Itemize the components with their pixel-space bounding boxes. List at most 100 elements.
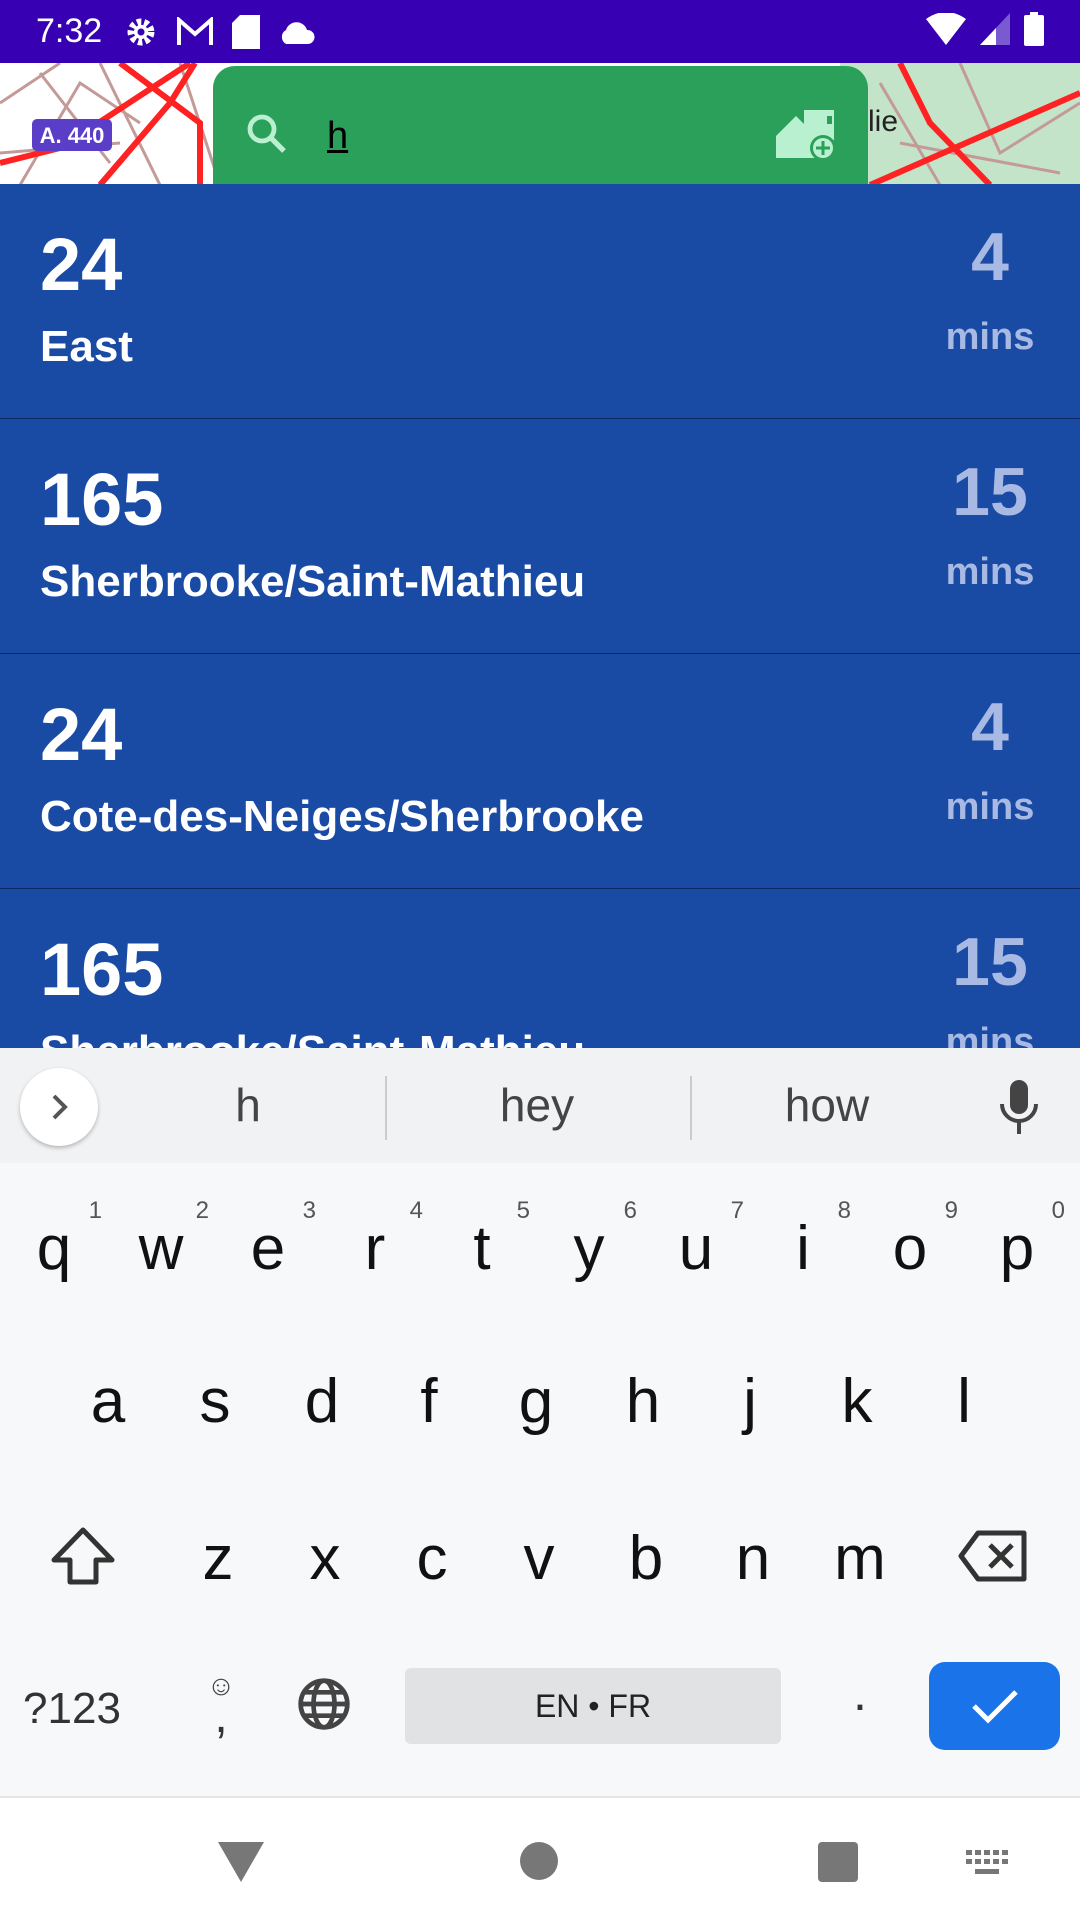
shift-key[interactable] <box>50 1526 116 1591</box>
key-s[interactable]: s <box>161 1366 269 1437</box>
key-q[interactable]: q1 <box>0 1197 108 1284</box>
arrival-row[interactable]: 24 East 4 mins <box>0 184 1080 419</box>
arrival-row[interactable]: 24 Cote-des-Neiges/Sherbrooke 4 mins <box>0 654 1080 889</box>
divider <box>385 1076 387 1140</box>
key-label: r <box>364 1214 386 1283</box>
expand-toolbar-button[interactable] <box>20 1068 98 1146</box>
clock: 7:32 <box>36 12 103 50</box>
arrival-row[interactable]: 165 Sherbrooke/Saint-Mathieu 15 mins <box>0 419 1080 654</box>
key-r[interactable]: r4 <box>321 1197 429 1284</box>
search-icon[interactable] <box>243 110 291 163</box>
key-m[interactable]: m <box>806 1523 914 1594</box>
key-p[interactable]: p0 <box>963 1197 1071 1284</box>
key-label: x <box>309 1524 341 1593</box>
key-y[interactable]: y6 <box>535 1197 643 1284</box>
key-label: m <box>834 1524 886 1593</box>
key-hint: 5 <box>516 1197 530 1224</box>
route-shield: A. 440 <box>40 123 105 148</box>
key-u[interactable]: u7 <box>642 1197 750 1284</box>
key-x[interactable]: x <box>271 1523 379 1594</box>
route-direction: Cote-des-Neiges/Sherbrooke <box>40 792 644 841</box>
signal-icon <box>980 13 1010 50</box>
key-label: s <box>199 1367 231 1436</box>
cloud-icon <box>278 20 316 44</box>
key-hint: 4 <box>409 1197 423 1224</box>
key-hint: 6 <box>623 1197 637 1224</box>
battery-icon <box>1024 12 1044 51</box>
backspace-icon <box>958 1530 1027 1582</box>
chevron-right-icon <box>52 1094 68 1120</box>
emoji-comma-key[interactable]: ☺ , <box>196 1670 246 1743</box>
arrival-minutes: 4 <box>971 219 1009 295</box>
symbols-key[interactable]: ?123 <box>12 1684 132 1734</box>
route-number: 165 <box>40 928 164 1011</box>
space-bar[interactable]: EN • FR <box>405 1668 781 1744</box>
keyboard-switch-button[interactable] <box>966 1850 1010 1881</box>
key-z[interactable]: z <box>164 1523 272 1594</box>
divider <box>690 1076 692 1140</box>
language-key[interactable] <box>296 1676 352 1737</box>
key-l[interactable]: l <box>910 1366 1018 1437</box>
backspace-key[interactable] <box>958 1530 1028 1587</box>
key-a[interactable]: a <box>54 1366 162 1437</box>
key-label: q <box>36 1214 72 1283</box>
key-hint: 9 <box>944 1197 958 1224</box>
key-j[interactable]: j <box>696 1366 804 1437</box>
key-label: z <box>202 1524 234 1593</box>
suggestion[interactable]: h <box>148 1078 348 1132</box>
key-c[interactable]: c <box>378 1523 486 1594</box>
shift-icon <box>51 1527 115 1585</box>
search-input[interactable]: h <box>327 115 776 158</box>
period-key[interactable]: . <box>806 1664 914 1722</box>
back-button[interactable] <box>218 1842 264 1887</box>
key-label: e <box>250 1214 286 1283</box>
status-bar: 7:32 <box>0 0 1080 63</box>
key-e[interactable]: e3 <box>214 1197 322 1284</box>
route-direction: Sherbrooke/Saint-Mathieu <box>40 557 586 606</box>
key-label: f <box>420 1367 438 1436</box>
arrival-row[interactable]: 165 Sherbrooke/Saint-Mathieu 15 mins <box>0 889 1080 1048</box>
recents-button[interactable] <box>818 1842 858 1882</box>
key-d[interactable]: d <box>268 1366 376 1437</box>
key-g[interactable]: g <box>482 1366 590 1437</box>
key-f[interactable]: f <box>375 1366 483 1437</box>
sd-card-icon <box>232 14 261 49</box>
arrival-minutes: 15 <box>952 924 1028 1000</box>
map-place-label: lie <box>868 105 898 138</box>
key-hint: 2 <box>195 1197 209 1224</box>
key-h[interactable]: h <box>589 1366 697 1437</box>
key-w[interactable]: w2 <box>107 1197 215 1284</box>
suggestion[interactable]: how <box>727 1078 927 1132</box>
key-label: v <box>523 1524 555 1593</box>
key-v[interactable]: v <box>485 1523 593 1594</box>
suggestion[interactable]: hey <box>437 1078 637 1132</box>
back-triangle-icon <box>218 1842 264 1882</box>
arrival-minutes: 4 <box>971 689 1009 765</box>
key-o[interactable]: o9 <box>856 1197 964 1284</box>
navigation-bar <box>0 1796 1080 1920</box>
key-label: o <box>892 1214 928 1283</box>
checkmark-icon <box>971 1690 1018 1724</box>
key-hint: 8 <box>837 1197 851 1224</box>
key-i[interactable]: i8 <box>749 1197 857 1284</box>
key-t[interactable]: t5 <box>428 1197 536 1284</box>
key-label: y <box>573 1214 605 1283</box>
enter-key[interactable] <box>929 1662 1060 1750</box>
key-label: l <box>957 1367 971 1436</box>
arrivals-list[interactable]: 24 East 4 mins 165 Sherbrooke/Saint-Math… <box>0 184 1080 1048</box>
key-n[interactable]: n <box>699 1523 807 1594</box>
home-button[interactable] <box>520 1842 558 1880</box>
arrival-minutes: 15 <box>952 454 1028 530</box>
key-label: w <box>138 1214 184 1283</box>
microphone-icon[interactable] <box>998 1080 1040 1139</box>
key-hint: 3 <box>302 1197 316 1224</box>
add-home-icon[interactable] <box>776 106 838 167</box>
key-k[interactable]: k <box>803 1366 911 1437</box>
comma-label: , <box>214 1690 228 1743</box>
keyboard-icon <box>966 1850 1008 1874</box>
suggestion-strip: h hey how <box>0 1048 1080 1163</box>
key-label: p <box>999 1214 1035 1283</box>
key-b[interactable]: b <box>592 1523 700 1594</box>
key-label: n <box>735 1524 771 1593</box>
key-label: g <box>518 1367 554 1436</box>
